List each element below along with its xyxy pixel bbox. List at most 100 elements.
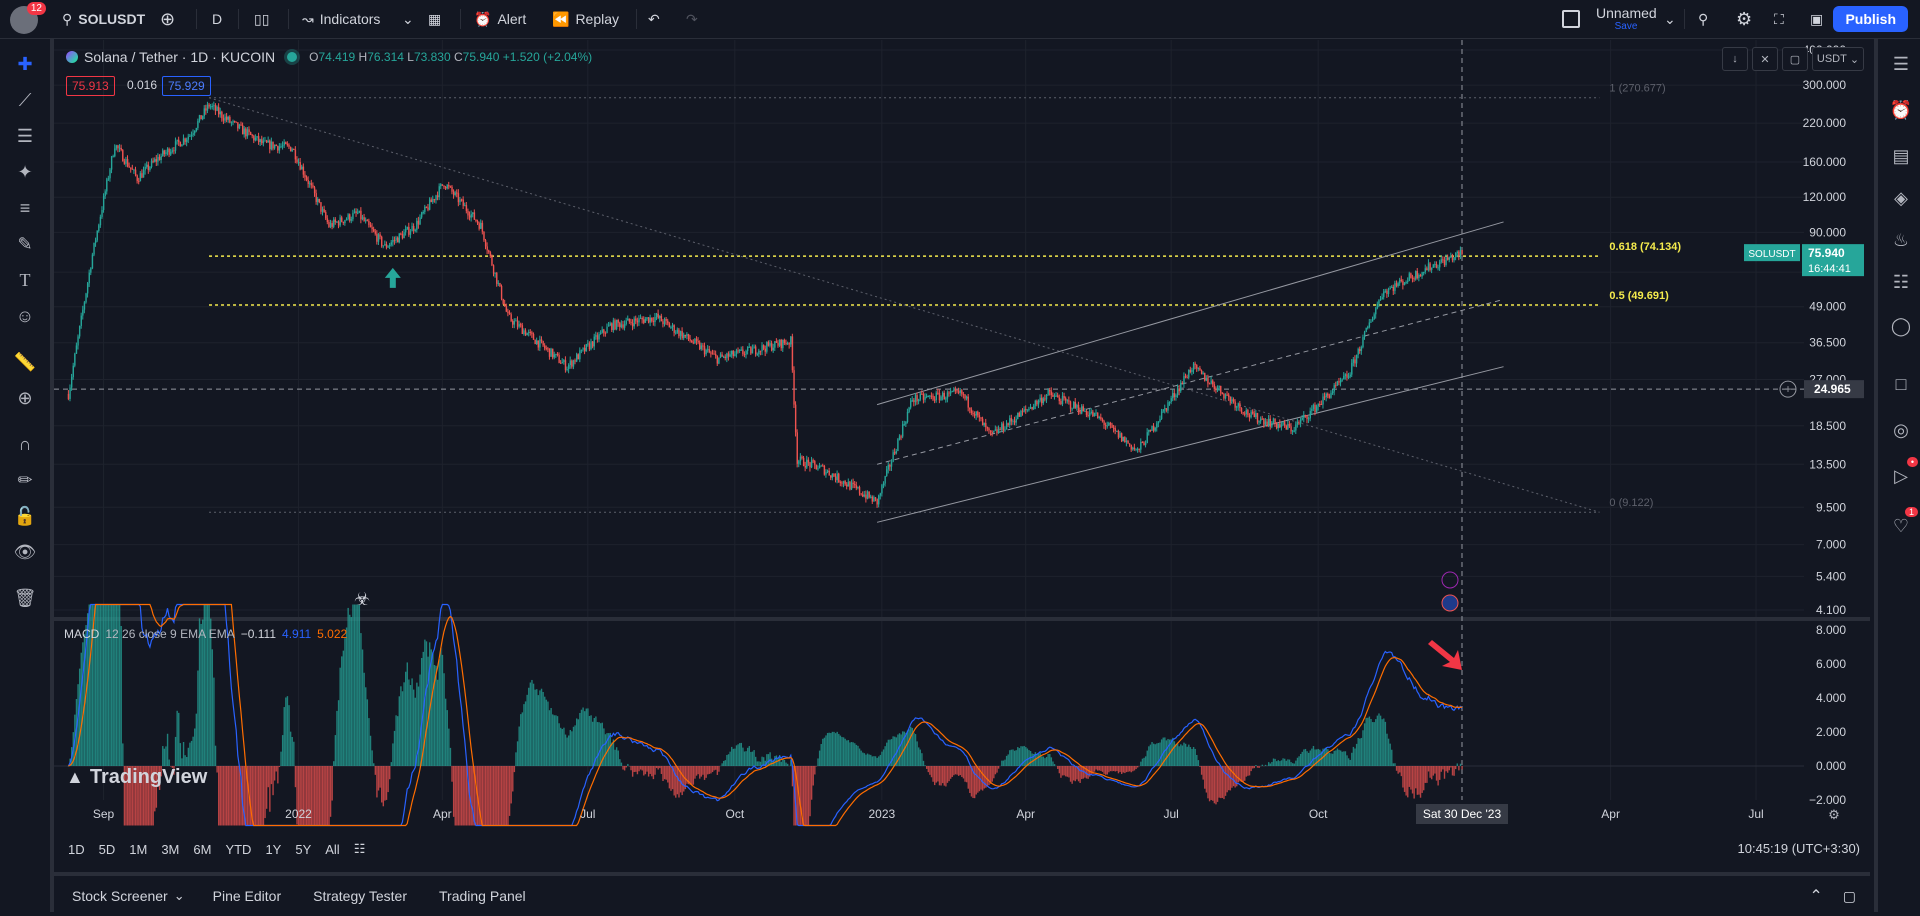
layout-name-button[interactable]: Unnamed Save bbox=[1596, 5, 1656, 32]
macd-hist-bar bbox=[1337, 749, 1338, 766]
candle-body bbox=[1401, 280, 1402, 281]
macd-hist-bar bbox=[785, 763, 786, 766]
notifications-button[interactable]: ♡1 bbox=[1888, 513, 1914, 539]
maximize-button[interactable]: ▢ bbox=[1782, 47, 1808, 71]
range-5d[interactable]: 5D bbox=[99, 842, 116, 857]
brush-tool[interactable]: ✎ bbox=[12, 231, 38, 257]
range-1y[interactable]: 1Y bbox=[265, 842, 281, 857]
crosshair-tool[interactable]: ✚ bbox=[12, 51, 38, 77]
macd-legend[interactable]: MACD 12 26 close 9 EMA EMA −0.111 4.911 … bbox=[64, 627, 347, 641]
measure-tool[interactable]: 📏 bbox=[12, 349, 38, 375]
candle-body bbox=[867, 492, 868, 499]
data-window-button[interactable]: ▤ bbox=[1888, 143, 1914, 169]
scroll-down-button[interactable]: ↓ bbox=[1722, 47, 1748, 71]
replay-button[interactable]: ⏪ Replay bbox=[552, 0, 619, 38]
buy-price-button[interactable]: 75.929 bbox=[162, 76, 211, 96]
candle-body bbox=[440, 184, 441, 186]
trendline-tool[interactable]: ⟋ bbox=[12, 87, 38, 113]
fib-tool[interactable]: ☰ bbox=[12, 123, 38, 149]
price-axis-label: 13.500 bbox=[1809, 457, 1846, 471]
macd-hist-bar bbox=[399, 696, 400, 766]
range-5y[interactable]: 5Y bbox=[295, 842, 311, 857]
time-axis-label: Apr bbox=[1601, 807, 1620, 821]
candle-body bbox=[739, 350, 740, 351]
compare-button[interactable]: ⊕ bbox=[160, 0, 175, 38]
candle-body bbox=[627, 319, 628, 321]
emoji-tool[interactable]: ☺ bbox=[12, 303, 38, 329]
square-icon bbox=[1562, 10, 1580, 28]
calendar-button[interactable]: ☷ bbox=[1888, 269, 1914, 295]
goto-date-icon[interactable]: ☷ bbox=[354, 841, 366, 857]
macd-hist-bar bbox=[1036, 754, 1037, 766]
macd-hist-bar bbox=[753, 750, 754, 766]
macd-hist-bar bbox=[515, 752, 516, 766]
maximize-panel-button[interactable]: ▢ bbox=[1843, 888, 1856, 905]
fullscreen-button[interactable]: ⛶ bbox=[1774, 0, 1784, 38]
chart-type-button[interactable]: ▯▯ bbox=[254, 0, 269, 38]
watchlist-button[interactable]: ☰ bbox=[1888, 51, 1914, 77]
candle-body bbox=[191, 135, 192, 136]
text-tool[interactable]: T bbox=[12, 267, 38, 293]
range-ytd[interactable]: YTD bbox=[225, 842, 251, 857]
hotlists-button[interactable]: ♨ bbox=[1888, 227, 1914, 253]
candle-body bbox=[1415, 271, 1416, 279]
hide-drawings-tool[interactable]: 👁 bbox=[12, 539, 38, 565]
layout-menu-button[interactable]: ⌄ bbox=[1664, 0, 1676, 38]
price-chart[interactable]: 8.0006.0004.0002.0000.000−2.000 Sep2022A… bbox=[54, 40, 1870, 830]
user-avatar[interactable]: 12 bbox=[10, 6, 38, 34]
interval-button[interactable]: D bbox=[212, 0, 222, 38]
publish-button[interactable]: Publish bbox=[1833, 6, 1908, 32]
range-1m[interactable]: 1M bbox=[129, 842, 147, 857]
tab-strategy-tester[interactable]: Strategy Tester bbox=[313, 888, 407, 904]
candle-body bbox=[1110, 423, 1111, 425]
range-1d[interactable]: 1D bbox=[68, 842, 85, 857]
candle-body bbox=[483, 232, 484, 240]
remove-drawings-tool[interactable]: 🗑 bbox=[12, 585, 38, 611]
tab-pine-editor[interactable]: Pine Editor bbox=[213, 888, 281, 904]
select-layout-checkbox[interactable] bbox=[1562, 0, 1580, 38]
ideas-button[interactable]: ◯ bbox=[1888, 313, 1914, 339]
stay-drawing-tool[interactable]: ✏ bbox=[12, 467, 38, 493]
range-6m[interactable]: 6M bbox=[193, 842, 211, 857]
symbol-search[interactable]: ⚲ SOLUSDT bbox=[62, 0, 145, 38]
currency-select[interactable]: USDT ⌄ bbox=[1812, 47, 1864, 71]
range-all[interactable]: All bbox=[325, 842, 339, 857]
layouts-button[interactable]: ▦ bbox=[428, 0, 441, 38]
quick-search-button[interactable]: ⚲ bbox=[1698, 0, 1708, 38]
range-3m[interactable]: 3M bbox=[161, 842, 179, 857]
timezone-clock[interactable]: 10:45:19 (UTC+3:30) bbox=[1738, 841, 1860, 856]
tab-stock-screener[interactable]: Stock Screener bbox=[72, 888, 168, 904]
candle-body bbox=[546, 348, 547, 349]
redo-button[interactable]: ↷ bbox=[686, 0, 698, 38]
symbol-legend[interactable]: Solana / Tether · 1D · KUCOIN O74.419 H7… bbox=[66, 49, 592, 65]
chats-button[interactable]: □ bbox=[1888, 371, 1914, 397]
symbol-title: Solana / Tether · 1D · KUCOIN bbox=[84, 49, 275, 65]
indicators-button[interactable]: ↝ Indicators bbox=[302, 0, 380, 38]
snapshot-button[interactable]: ▣ bbox=[1810, 0, 1823, 38]
collapse-panel-button[interactable]: ⌃ bbox=[1809, 886, 1822, 906]
candle-body bbox=[697, 341, 698, 343]
pattern-tool[interactable]: ✦ bbox=[12, 159, 38, 185]
tab-trading-panel[interactable]: Trading Panel bbox=[439, 888, 526, 904]
macd-hist-bar bbox=[1330, 753, 1331, 766]
macd-hist-bar bbox=[1279, 761, 1280, 766]
lock-drawings-tool[interactable]: 🔓 bbox=[12, 503, 38, 529]
candle-body bbox=[837, 474, 838, 481]
sell-price-button[interactable]: 75.913 bbox=[66, 76, 115, 96]
zoom-tool[interactable]: ⊕ bbox=[12, 385, 38, 411]
collapse-button[interactable]: ✕ bbox=[1752, 47, 1778, 71]
alert-button[interactable]: ⏰ Alert bbox=[474, 0, 526, 38]
undo-button[interactable]: ↶ bbox=[648, 0, 660, 38]
chevron-down-icon[interactable]: ⌄ bbox=[174, 888, 185, 904]
replay-trading-button[interactable]: ▷• bbox=[1888, 463, 1914, 489]
projection-tool[interactable]: ≡ bbox=[12, 195, 38, 221]
settings-button[interactable]: ⚙ bbox=[1736, 0, 1752, 38]
alerts-button[interactable]: ⏰ bbox=[1888, 97, 1914, 123]
object-tree-button[interactable]: ◈ bbox=[1888, 185, 1914, 211]
magnet-tool[interactable]: ∩ bbox=[12, 431, 38, 457]
candle-body bbox=[1396, 283, 1397, 286]
candle-body bbox=[288, 145, 289, 147]
candle-body bbox=[429, 200, 430, 210]
indicator-templates-button[interactable]: ⌄ bbox=[402, 0, 414, 38]
streams-button[interactable]: ◎ bbox=[1888, 417, 1914, 443]
